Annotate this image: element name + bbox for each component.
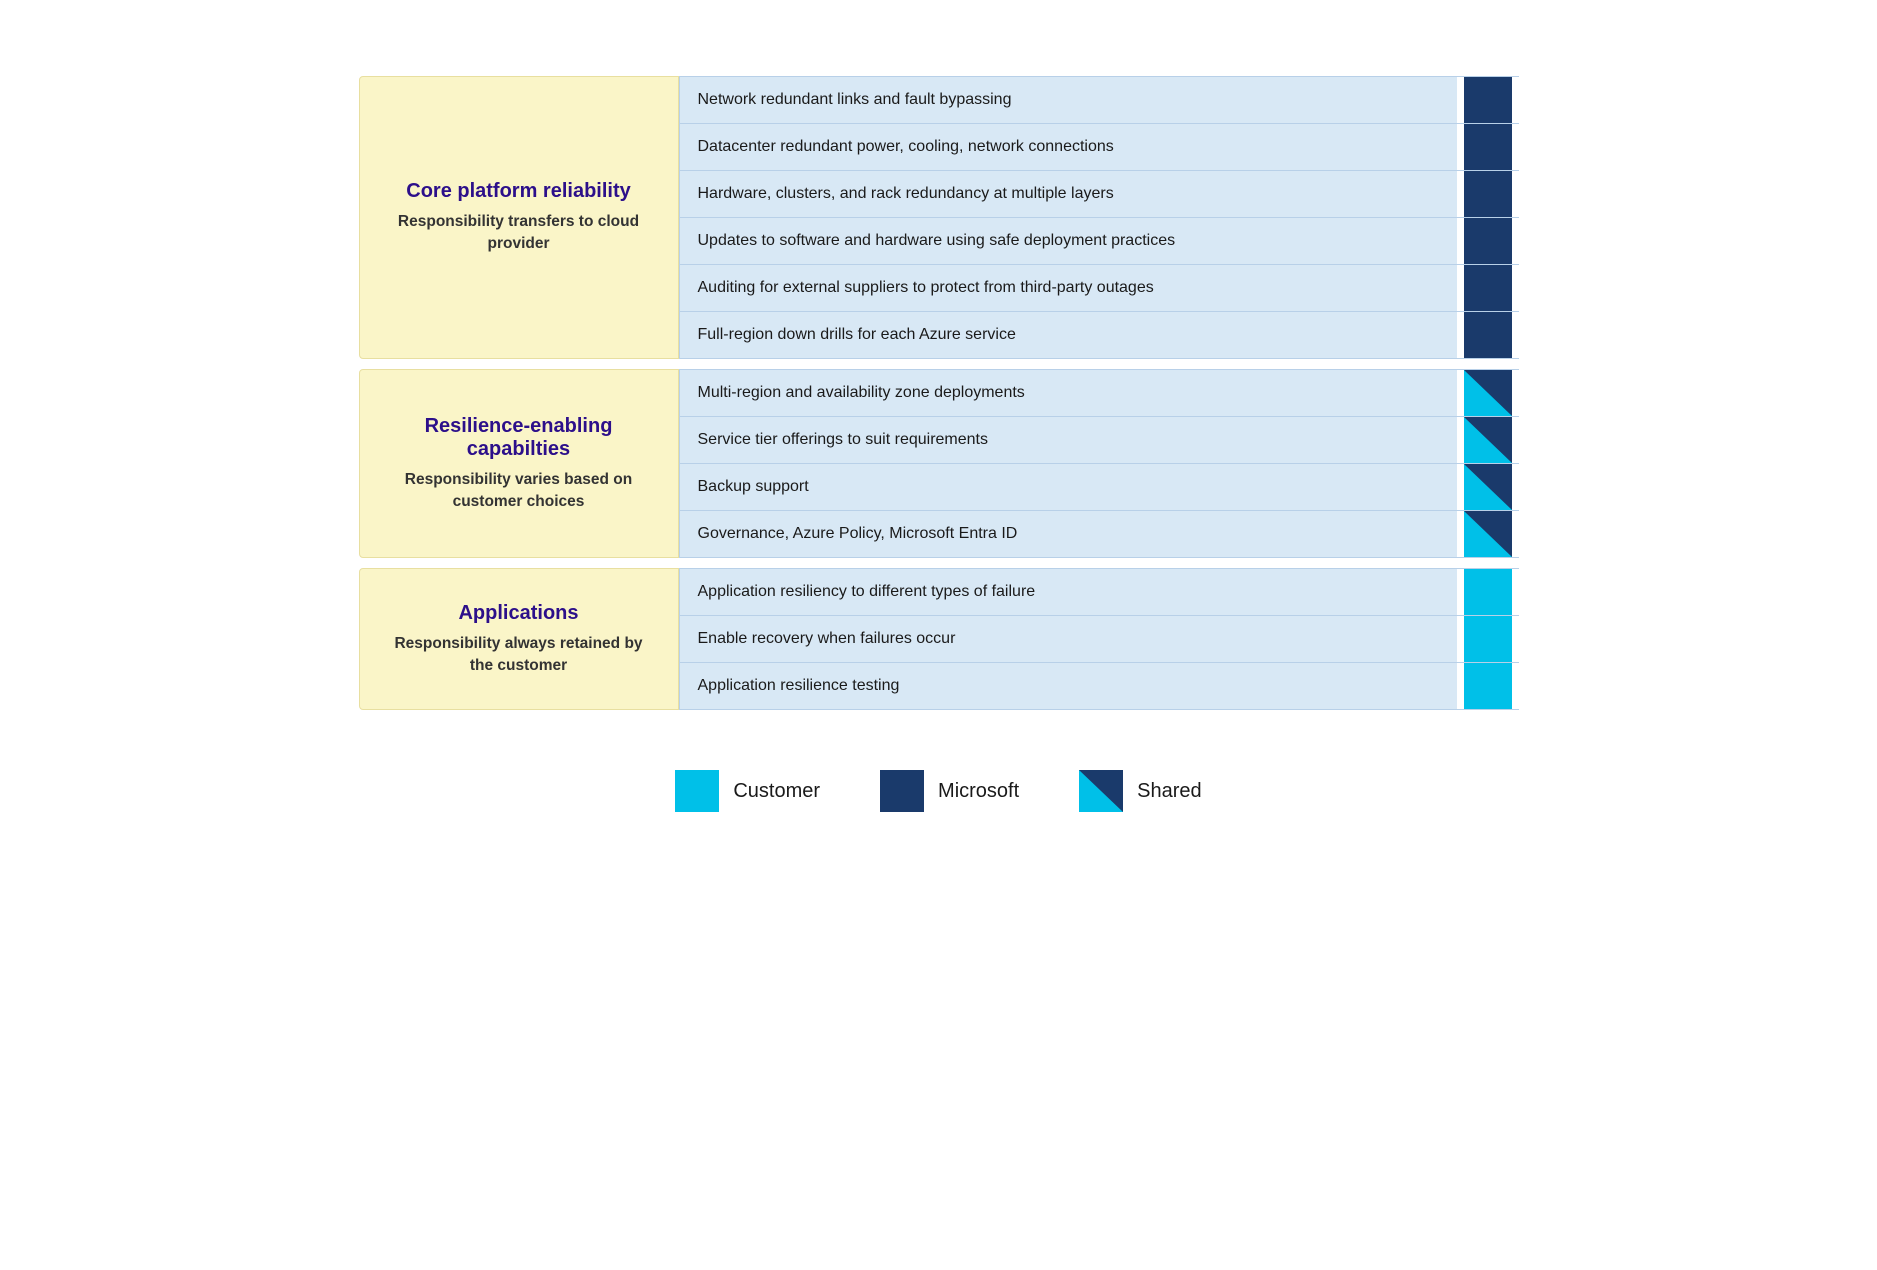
item-text: Updates to software and hardware using s… — [679, 218, 1457, 264]
label-resilience-enabling: Resilience-enabling capabilties Responsib… — [359, 369, 679, 558]
item-text: Service tier offerings to suit requireme… — [679, 417, 1457, 463]
indicator-shared — [1464, 417, 1512, 463]
indicator-microsoft — [1464, 124, 1512, 170]
table-row: Auditing for external suppliers to prote… — [679, 265, 1519, 312]
indicator-customer — [1464, 663, 1512, 709]
rows-col-resilience-enabling: Multi-region and availability zone deplo… — [679, 369, 1519, 558]
table-row: Service tier offerings to suit requireme… — [679, 417, 1519, 464]
section-resilience-enabling: Resilience-enabling capabilties Responsib… — [359, 369, 1519, 558]
indicator-microsoft — [1464, 77, 1512, 123]
item-text: Enable recovery when failures occur — [679, 616, 1457, 662]
table-row: Multi-region and availability zone deplo… — [679, 369, 1519, 417]
item-indicator — [1457, 77, 1519, 123]
label-applications: Applications Responsibility always retain… — [359, 568, 679, 710]
table-row: Updates to software and hardware using s… — [679, 218, 1519, 265]
item-indicator — [1457, 569, 1519, 615]
item-indicator — [1457, 124, 1519, 170]
item-text: Auditing for external suppliers to prote… — [679, 265, 1457, 311]
table-row: Enable recovery when failures occur — [679, 616, 1519, 663]
section-title-core-platform: Core platform reliability — [406, 180, 631, 203]
item-indicator — [1457, 171, 1519, 217]
item-text: Network redundant links and fault bypass… — [679, 77, 1457, 123]
legend-icon-customer — [675, 770, 719, 812]
item-text: Multi-region and availability zone deplo… — [679, 370, 1457, 416]
legend-label-microsoft: Microsoft — [938, 780, 1019, 803]
table-row: Governance, Azure Policy, Microsoft Entr… — [679, 511, 1519, 558]
item-indicator — [1457, 511, 1519, 557]
legend-label-shared: Shared — [1137, 780, 1202, 803]
section-subtitle-applications: Responsibility always retained by the cu… — [384, 633, 654, 676]
item-text: Application resilience testing — [679, 663, 1457, 709]
item-text: Application resiliency to different type… — [679, 569, 1457, 615]
legend-icon-microsoft — [880, 770, 924, 812]
table-row: Full-region down drills for each Azure s… — [679, 312, 1519, 359]
indicator-microsoft — [1464, 171, 1512, 217]
rows-col-applications: Application resiliency to different type… — [679, 568, 1519, 710]
legend-item-shared: Shared — [1079, 770, 1202, 812]
table-row: Application resiliency to different type… — [679, 568, 1519, 616]
indicator-shared — [1464, 511, 1512, 557]
item-indicator — [1457, 265, 1519, 311]
legend-label-customer: Customer — [733, 780, 820, 803]
section-title-applications: Applications — [458, 602, 578, 625]
legend-icon-shared — [1079, 770, 1123, 812]
section-applications: Applications Responsibility always retain… — [359, 568, 1519, 710]
item-indicator — [1457, 312, 1519, 358]
legend-item-microsoft: Microsoft — [880, 770, 1019, 812]
indicator-microsoft — [1464, 218, 1512, 264]
item-text: Datacenter redundant power, cooling, net… — [679, 124, 1457, 170]
indicator-customer — [1464, 569, 1512, 615]
section-title-resilience-enabling: Resilience-enabling capabilties — [384, 415, 654, 461]
item-indicator — [1457, 370, 1519, 416]
item-text: Backup support — [679, 464, 1457, 510]
indicator-microsoft — [1464, 265, 1512, 311]
indicator-shared — [1464, 464, 1512, 510]
section-subtitle-core-platform: Responsibility transfers to cloud provid… — [384, 211, 654, 254]
table-row: Backup support — [679, 464, 1519, 511]
indicator-shared — [1464, 370, 1512, 416]
rows-col-core-platform: Network redundant links and fault bypass… — [679, 76, 1519, 359]
item-text: Full-region down drills for each Azure s… — [679, 312, 1457, 358]
item-indicator — [1457, 663, 1519, 709]
table-row: Network redundant links and fault bypass… — [679, 76, 1519, 124]
item-text: Governance, Azure Policy, Microsoft Entr… — [679, 511, 1457, 557]
table-row: Datacenter redundant power, cooling, net… — [679, 124, 1519, 171]
section-subtitle-resilience-enabling: Responsibility varies based on customer … — [384, 469, 654, 512]
item-indicator — [1457, 417, 1519, 463]
item-indicator — [1457, 464, 1519, 510]
section-core-platform: Core platform reliability Responsibility … — [359, 76, 1519, 359]
label-core-platform: Core platform reliability Responsibility … — [359, 76, 679, 359]
indicator-microsoft — [1464, 312, 1512, 358]
legend-item-customer: Customer — [675, 770, 820, 812]
item-indicator — [1457, 616, 1519, 662]
indicator-customer — [1464, 616, 1512, 662]
item-text: Hardware, clusters, and rack redundancy … — [679, 171, 1457, 217]
item-indicator — [1457, 218, 1519, 264]
table-row: Application resilience testing — [679, 663, 1519, 710]
main-content: Core platform reliability Responsibility … — [359, 76, 1519, 720]
legend: Customer Microsoft Shared — [675, 770, 1201, 812]
table-row: Hardware, clusters, and rack redundancy … — [679, 171, 1519, 218]
